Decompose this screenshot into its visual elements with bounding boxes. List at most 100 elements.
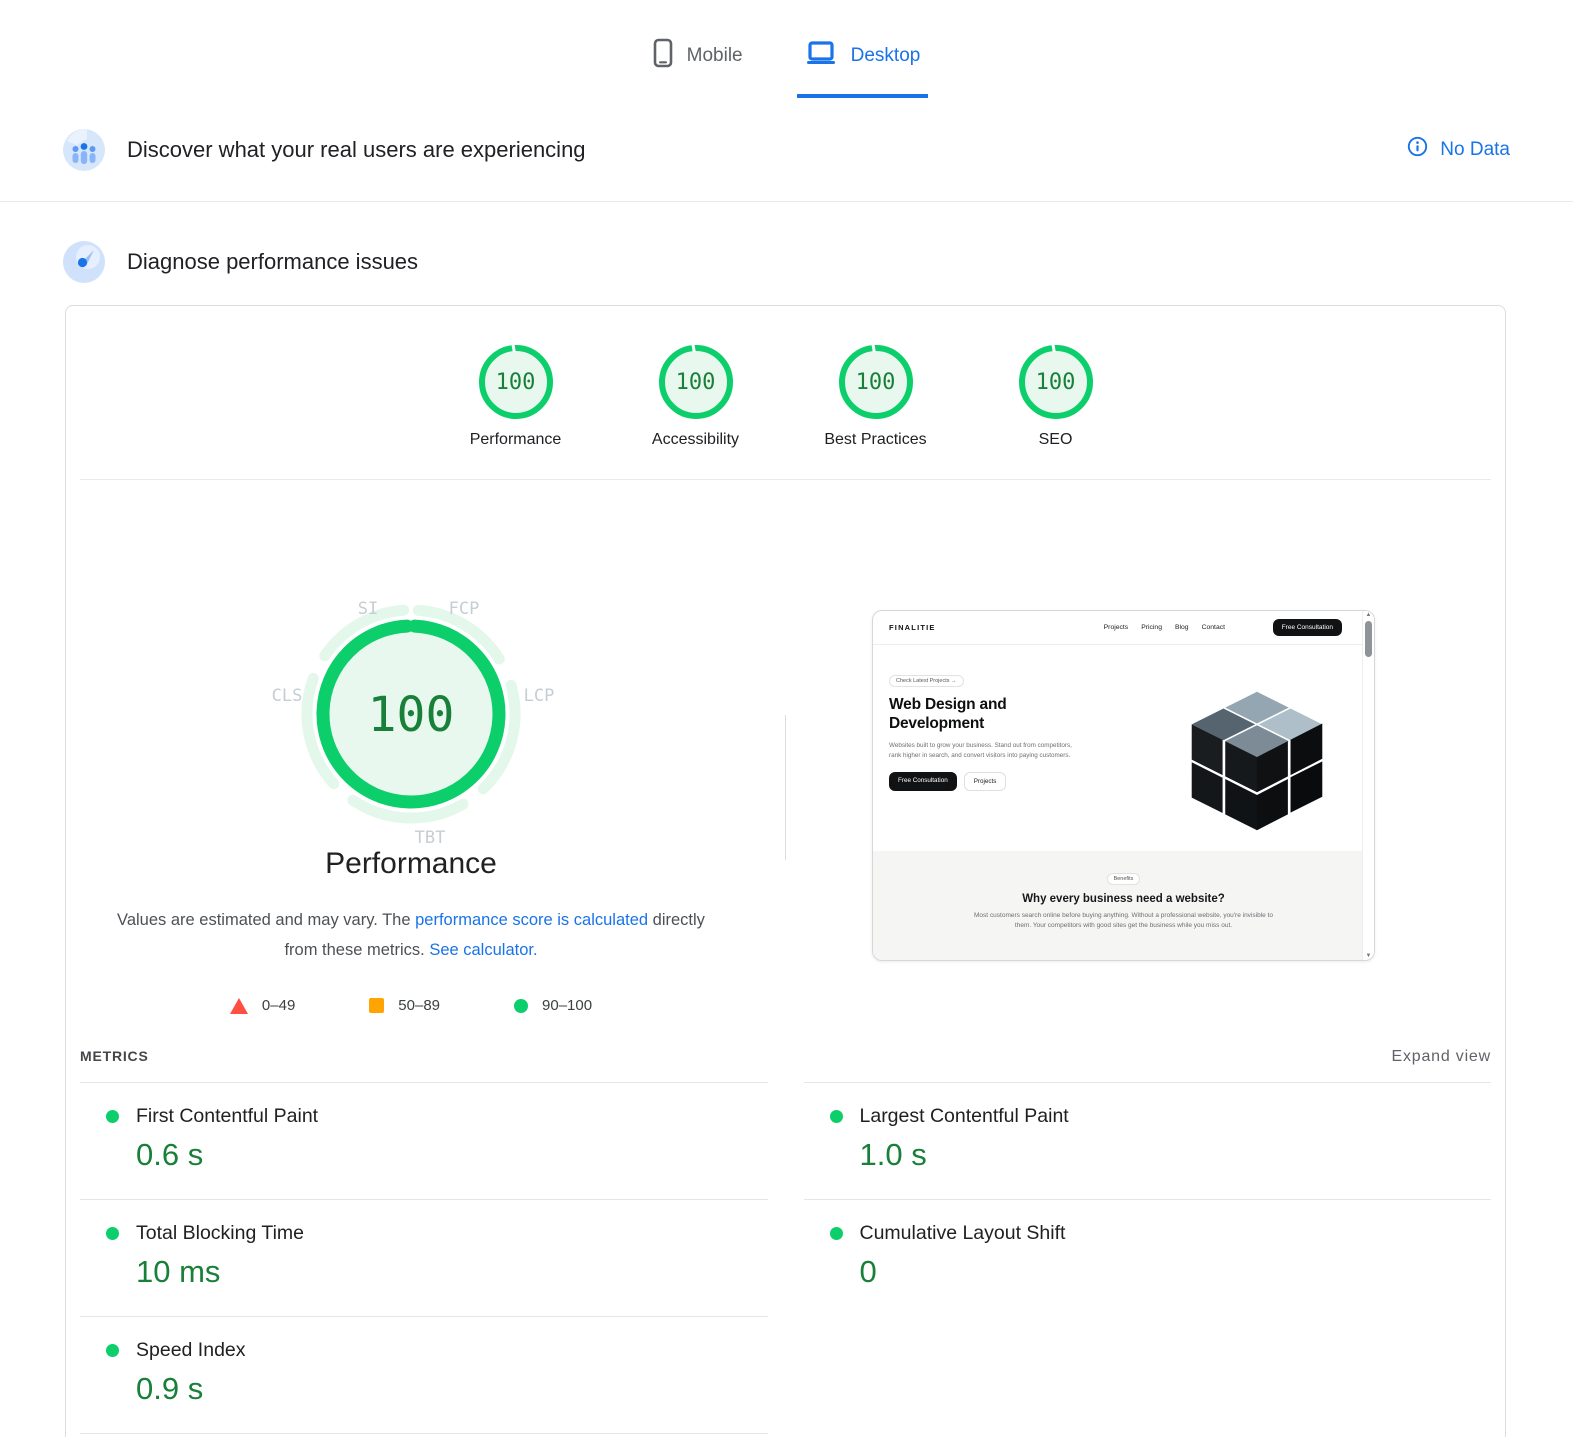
performance-score: 100 xyxy=(496,370,536,395)
metric-name: First Contentful Paint xyxy=(136,1105,318,1128)
thumbnail-nav-item: Pricing xyxy=(1141,624,1162,631)
pass-circle-icon xyxy=(514,999,528,1013)
score-calc-link[interactable]: performance score is calculated xyxy=(415,911,648,929)
metric-value: 1.0 s xyxy=(860,1137,1492,1173)
vertical-divider xyxy=(785,715,786,860)
thumbnail-header-cta: Free Consultation xyxy=(1273,619,1342,636)
average-square-icon xyxy=(369,998,384,1013)
performance-label: Performance xyxy=(455,431,577,449)
thumbnail-hero-body: Websites built to grow your business. St… xyxy=(889,741,1075,761)
pass-dot-icon xyxy=(106,1227,119,1240)
category-best-practices[interactable]: 100 Best Practices xyxy=(815,345,937,449)
scrollbar-thumb xyxy=(1365,621,1372,657)
thumbnail-hero-cta-primary: Free Consultation xyxy=(889,772,957,791)
legend-fail: 0–49 xyxy=(230,997,295,1014)
gauge-label-fcp: FCP xyxy=(449,599,480,619)
metric-name: Cumulative Layout Shift xyxy=(860,1222,1066,1245)
thumbnail-scrollbar[interactable]: ▲ ▼ xyxy=(1362,611,1374,960)
pass-dot-icon xyxy=(106,1110,119,1123)
pass-dot-icon xyxy=(830,1110,843,1123)
metric-total-blocking-time: Total Blocking Time 10 ms xyxy=(80,1199,768,1316)
performance-gauge-score: 100 xyxy=(368,687,455,743)
laptop-icon xyxy=(805,40,837,72)
metric-speed-index: Speed Index 0.9 s xyxy=(80,1316,768,1434)
score-disclaimer: Values are estimated and may vary. The p… xyxy=(101,905,721,965)
device-tabbar: Mobile Desktop xyxy=(0,0,1573,98)
thumbnail-benefits-badge: Benefits xyxy=(1107,873,1141,885)
screenshot-panel: FINALITIE Projects Pricing Blog Contact … xyxy=(756,480,1505,1014)
thumbnail-benefits-body: Most customers search online before buyi… xyxy=(974,911,1274,932)
performance-detail: 100 SI FCP CLS LCP TBT Performance Value… xyxy=(66,480,1505,1014)
performance-gauge-panel: 100 SI FCP CLS LCP TBT Performance Value… xyxy=(66,480,756,1014)
category-performance[interactable]: 100 Performance xyxy=(455,345,577,449)
metrics-grid: First Contentful Paint 0.6 s Largest Con… xyxy=(80,1082,1491,1434)
seo-score: 100 xyxy=(1036,370,1076,395)
pass-dot-icon xyxy=(830,1227,843,1240)
best-practices-label: Best Practices xyxy=(815,431,937,449)
best-practices-score-gauge: 100 xyxy=(839,345,913,419)
metric-first-contentful-paint: First Contentful Paint 0.6 s xyxy=(80,1082,768,1199)
tab-mobile[interactable]: Mobile xyxy=(645,26,751,98)
diagnose-section: Diagnose performance issues xyxy=(0,202,1573,314)
thumbnail-hero-copy: Check Latest Projects → Web Design and D… xyxy=(889,669,1107,851)
legend-pass-range: 90–100 xyxy=(542,997,592,1014)
accessibility-score-gauge: 100 xyxy=(659,345,733,419)
scroll-down-icon: ▼ xyxy=(1363,953,1374,959)
expand-view-link[interactable]: Expand view xyxy=(1391,1048,1491,1066)
pass-dot-icon xyxy=(106,1344,119,1357)
thumbnail-hero-heading: Web Design and Development xyxy=(889,696,1079,734)
tab-desktop-label: Desktop xyxy=(851,45,921,67)
tab-desktop[interactable]: Desktop xyxy=(797,26,929,98)
report-card: 100 Performance 100 Accessibility 100 Be… xyxy=(65,305,1506,1437)
gauge-label-cls: CLS xyxy=(272,686,303,706)
metric-largest-contentful-paint: Largest Contentful Paint 1.0 s xyxy=(804,1082,1492,1199)
thumbnail-hero-badge: Check Latest Projects → xyxy=(889,675,964,687)
fail-triangle-icon xyxy=(230,998,248,1014)
metric-name: Largest Contentful Paint xyxy=(860,1105,1069,1128)
metric-value: 0 xyxy=(860,1254,1492,1290)
seo-score-gauge: 100 xyxy=(1019,345,1093,419)
cube-illustration xyxy=(1182,671,1332,851)
category-seo[interactable]: 100 SEO xyxy=(995,345,1117,449)
legend-average: 50–89 xyxy=(369,997,440,1014)
info-icon xyxy=(1407,136,1428,163)
see-calculator-link[interactable]: See calculator. xyxy=(429,941,537,959)
metrics-heading: METRICS xyxy=(80,1048,149,1064)
phone-icon xyxy=(653,38,673,74)
gauge-label-si: SI xyxy=(358,599,378,619)
thumbnail-benefits-heading: Why every business need a website? xyxy=(873,893,1374,905)
metric-name: Speed Index xyxy=(136,1339,246,1362)
category-accessibility[interactable]: 100 Accessibility xyxy=(635,345,757,449)
gauge-label-lcp: LCP xyxy=(524,686,555,706)
thumbnail-site-header: FINALITIE Projects Pricing Blog Contact … xyxy=(873,611,1374,645)
thumbnail-nav-item: Contact xyxy=(1202,624,1225,631)
metric-value: 0.9 s xyxy=(136,1371,768,1407)
thumbnail-site-logo: FINALITIE xyxy=(889,623,936,632)
performance-score-gauge: 100 xyxy=(479,345,553,419)
discover-section: Discover what your real users are experi… xyxy=(0,98,1573,202)
legend-average-range: 50–89 xyxy=(398,997,440,1014)
seo-label: SEO xyxy=(995,431,1117,449)
discover-title: Discover what your real users are experi… xyxy=(127,137,586,163)
score-legend: 0–49 50–89 90–100 xyxy=(230,997,592,1014)
disclaimer-text-1: Values are estimated and may vary. The xyxy=(117,911,415,929)
thumbnail-hero-cta-secondary: Projects xyxy=(964,772,1007,791)
thumbnail-benefits-section: Benefits Why every business need a websi… xyxy=(873,851,1374,961)
tab-mobile-label: Mobile xyxy=(687,45,743,67)
scroll-up-icon: ▲ xyxy=(1363,612,1374,618)
legend-fail-range: 0–49 xyxy=(262,997,295,1014)
thumbnail-site-nav: Projects Pricing Blog Contact xyxy=(1104,624,1225,631)
legend-pass: 90–100 xyxy=(514,997,592,1014)
no-data-link[interactable]: No Data xyxy=(1407,136,1510,163)
diagnose-title: Diagnose performance issues xyxy=(127,249,418,275)
page-screenshot-thumbnail[interactable]: FINALITIE Projects Pricing Blog Contact … xyxy=(872,610,1375,961)
speedometer-icon xyxy=(63,241,105,283)
performance-gauge: 100 SI FCP CLS LCP TBT xyxy=(261,564,561,859)
thumbnail-nav-item: Blog xyxy=(1175,624,1189,631)
no-data-label: No Data xyxy=(1440,139,1510,161)
metrics-header: METRICS Expand view xyxy=(80,1048,1491,1082)
performance-gauge-title: Performance xyxy=(325,847,497,881)
thumbnail-hero-buttons: Free Consultation Projects xyxy=(889,772,1107,791)
gauge-label-tbt: TBT xyxy=(415,828,446,848)
accessibility-label: Accessibility xyxy=(635,431,757,449)
